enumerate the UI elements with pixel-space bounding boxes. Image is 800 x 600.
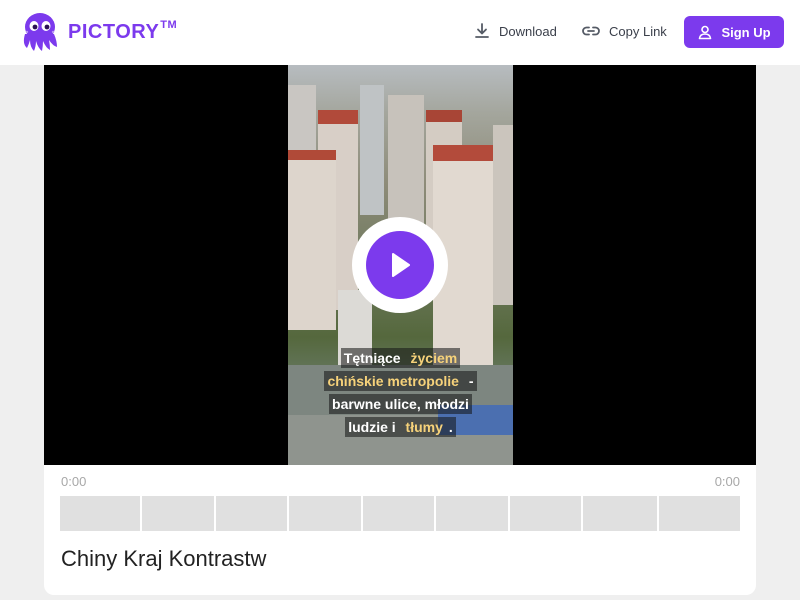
download-label: Download [499, 23, 557, 39]
building [493, 125, 513, 305]
timeline-segment[interactable] [142, 496, 214, 531]
link-icon [582, 26, 600, 36]
duration: 0:00 [714, 474, 740, 489]
user-icon [699, 25, 712, 40]
caption-text: . [445, 417, 456, 437]
download-icon [475, 23, 489, 38]
octopus-logo-icon [23, 13, 57, 51]
brand-logo[interactable]: PICTORY TM [18, 10, 177, 54]
video-card: Tętniące życiem chińskie metropolie - barw… [44, 65, 756, 595]
building [360, 85, 384, 215]
caption-highlight-text: życiem [407, 348, 461, 368]
timeline-segment[interactable] [510, 496, 581, 531]
video-player[interactable]: Tętniące życiem chińskie metropolie - barw… [44, 65, 756, 465]
building [288, 150, 336, 160]
play-button-inner [366, 231, 434, 299]
timeline-segment[interactable] [436, 496, 508, 531]
caption-line: chińskie metropolie - [292, 371, 509, 391]
building [318, 110, 358, 124]
copy-link-label: Copy Link [609, 23, 667, 39]
caption-text: - [461, 371, 477, 391]
top-bar: PICTORY TM Download Copy Link Sign Up [0, 0, 800, 65]
timeline-segment[interactable] [216, 496, 287, 531]
current-time: 0:00 [61, 474, 87, 489]
caption-text: ludzie i [345, 417, 403, 437]
caption-highlight-text: tłumy [402, 417, 446, 437]
building [426, 110, 462, 122]
play-icon [392, 253, 410, 277]
timeline-segment[interactable] [363, 496, 434, 531]
building [433, 145, 493, 161]
timeline-segment[interactable] [659, 496, 740, 531]
timeline-segment[interactable] [289, 496, 361, 531]
timeline-segment[interactable] [583, 496, 657, 531]
download-button[interactable]: Download [473, 22, 557, 40]
caption-line: ludzie i tłumy. [292, 417, 509, 437]
caption-text: barwne ulice, młodzi [329, 394, 472, 414]
brand-tm: TM [160, 18, 178, 31]
caption-highlight-text: chińskie metropolie [324, 371, 462, 391]
video-title: Chiny Kraj Kontrastw [61, 546, 267, 571]
timeline-scrubber[interactable] [60, 496, 740, 531]
play-button[interactable] [352, 217, 448, 313]
timeline-segment[interactable] [60, 496, 140, 531]
brand-name: PICTORY TM [68, 18, 178, 44]
sign-up-label: Sign Up [721, 24, 771, 40]
video-caption: Tętniące życiem chińskie metropolie - barw… [292, 345, 509, 440]
caption-line: barwne ulice, młodzi [292, 394, 509, 414]
copy-link-button[interactable]: Copy Link [581, 21, 667, 41]
caption-text: Tętniące [340, 348, 408, 368]
caption-line: Tętniące życiem [292, 348, 509, 368]
building [288, 150, 336, 330]
sign-up-button[interactable]: Sign Up [684, 16, 784, 48]
brand-text: PICTORY [68, 20, 160, 43]
